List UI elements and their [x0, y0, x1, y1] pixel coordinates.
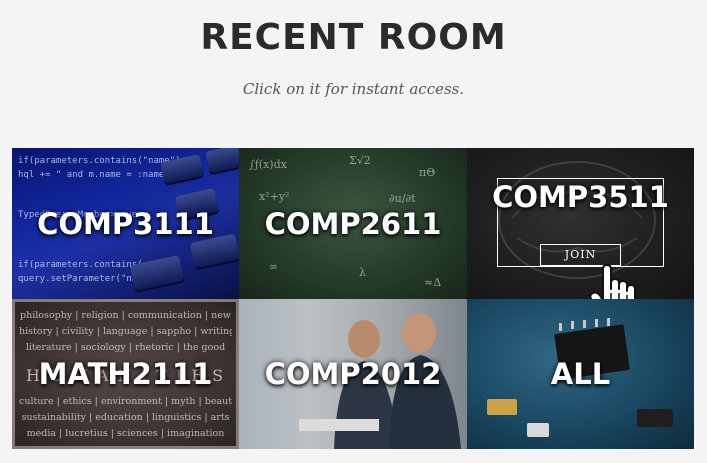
code-line: hql += " and m.name = :name": [18, 170, 170, 180]
room-label: COMP3511: [492, 180, 669, 214]
room-label: ALL: [550, 357, 611, 391]
room-tile-comp3511[interactable]: COMP3511 JOIN: [467, 148, 694, 299]
room-tile-comp2012[interactable]: COMP2012: [239, 299, 467, 449]
chalk-symbol: ∫ƒ(x)dx: [249, 158, 287, 171]
chip-pin: [607, 318, 610, 326]
chip-pin: [559, 323, 562, 331]
room-tile-math2111[interactable]: philosophy | religion | communication | …: [12, 299, 239, 449]
word-row: literature | sociology | rhetoric | the …: [25, 342, 226, 353]
component-icon: [487, 399, 517, 415]
keyboard-key: [205, 148, 239, 174]
code-line: if(parameters.contains(: [18, 260, 143, 270]
component-icon: [637, 409, 673, 427]
chip-pin: [595, 319, 598, 327]
word-row: media | lucretius | sciences | imaginati…: [26, 428, 225, 439]
word-row: sustainability | education | linguistics…: [21, 412, 230, 423]
word-row: philosophy | religion | communication | …: [20, 310, 231, 321]
chalk-symbol: ∞: [269, 260, 279, 273]
room-tile-comp3111[interactable]: if(parameters.contains("name") hql += " …: [12, 148, 239, 299]
chalk-symbol: x²+y²: [259, 190, 290, 203]
room-label: COMP2611: [264, 206, 442, 241]
code-line: if(parameters.contains("name"): [18, 156, 181, 166]
chalk-symbol: ∂u/∂t: [389, 192, 416, 205]
chip-pin: [583, 320, 586, 328]
word-row: culture | ethics | environment | myth | …: [19, 396, 232, 407]
hand-pointer-icon: [589, 264, 636, 299]
room-tile-comp2611[interactable]: ∫ƒ(x)dx Σ√2 πΘ x²+y² ∂u/∂t ∞ λ ≈Δ COMP26…: [239, 148, 467, 299]
chalk-symbol: Σ√2: [349, 154, 371, 167]
room-tile-all[interactable]: ALL: [467, 299, 694, 449]
chip-pin: [571, 321, 574, 329]
chalk-symbol: ≈Δ: [424, 276, 442, 289]
room-label: COMP2012: [264, 357, 442, 391]
chalk-symbol: πΘ: [419, 166, 436, 179]
room-label: COMP3111: [37, 206, 214, 241]
page-title: RECENT ROOM: [200, 17, 507, 58]
recent-room-grid: if(parameters.contains("name") hql += " …: [12, 148, 694, 449]
chalk-symbol: λ: [359, 266, 366, 279]
room-label: MATH2111: [38, 357, 213, 391]
component-icon: [527, 423, 549, 437]
page-subtitle: Click on it for instant access.: [242, 80, 465, 98]
word-row: history | civility | language | sappho |…: [19, 326, 232, 337]
